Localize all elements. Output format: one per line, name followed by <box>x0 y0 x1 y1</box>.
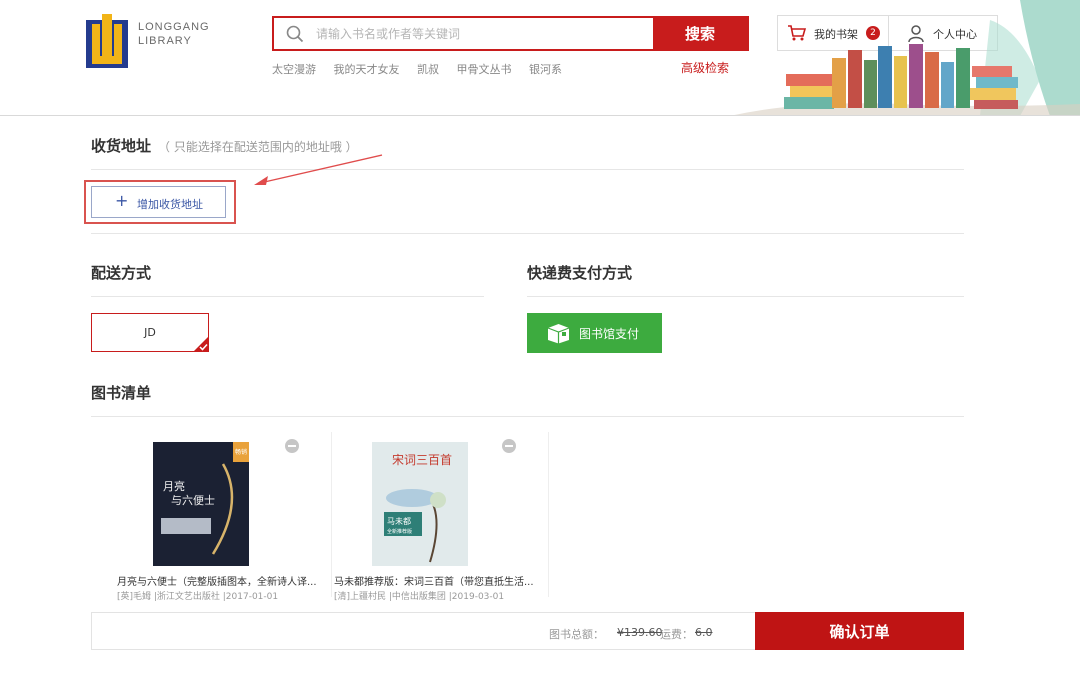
plus-icon: + <box>115 191 129 210</box>
cover-title-line1: 月亮 <box>163 479 185 493</box>
order-summary-bar: 图书总额： ¥139.60 运费： 6.0 确认订单 <box>91 612 964 650</box>
shipping-option-jd[interactable]: JD <box>91 313 209 352</box>
divider <box>527 296 964 297</box>
book-cover-image[interactable]: 宋词三百首 马未都 全新推荐版 <box>372 442 468 566</box>
shipping-fee-label: 运费： <box>660 628 693 641</box>
selected-check-icon <box>193 336 209 352</box>
shipping-section-title: 配送方式 <box>91 264 152 282</box>
remove-book-icon[interactable] <box>502 439 516 453</box>
search-input[interactable] <box>316 18 646 49</box>
library-pay-label: 图书馆支付 <box>579 327 640 341</box>
book-meta: [清]上疆村民 |中信出版集团 |2019-03-01 <box>334 592 505 602</box>
logo-line2: LIBRARY <box>138 35 192 47</box>
book-title[interactable]: 马未都推荐版：宋词三百首（带您直抵生活... <box>334 573 539 588</box>
divider <box>91 416 964 417</box>
logo-text: LONGGANG LIBRARY <box>138 20 210 48</box>
book-cover-image[interactable]: 月亮 与六便士 畅销 <box>153 442 249 566</box>
book-total-price: ¥139.60 <box>617 626 663 639</box>
remove-book-icon[interactable] <box>285 439 299 453</box>
book-total-label: 图书总额： <box>549 628 604 641</box>
library-logo-icon[interactable] <box>86 14 128 68</box>
divider <box>91 169 964 170</box>
shipping-option-label: JD <box>144 326 156 339</box>
add-address-button[interactable]: + 增加收货地址 <box>91 186 226 218</box>
hot-word-link[interactable]: 银河系 <box>529 63 562 76</box>
book-meta: [英]毛姆 |浙江文艺出版社 |2017-01-01 <box>117 592 279 602</box>
divider <box>91 233 964 234</box>
payment-section-title: 快递费支付方式 <box>527 264 633 282</box>
cover-title-line2: 与六便士 <box>171 494 215 507</box>
logo-line1: LONGGANG <box>138 21 210 33</box>
library-pay-option[interactable]: 图书馆支付 <box>527 313 662 353</box>
cover-badge-line1: 马未都 <box>387 516 411 526</box>
hot-word-link[interactable]: 甲骨文丛书 <box>457 63 512 76</box>
divider <box>91 296 484 297</box>
search-box: 搜索 <box>272 16 749 51</box>
pointer-arrow-icon <box>254 154 383 185</box>
box-icon <box>547 324 570 344</box>
book-title[interactable]: 月亮与六便士（完整版插图本，全新诗人译... <box>117 573 322 588</box>
hot-word-link[interactable]: 太空漫游 <box>272 63 316 76</box>
search-icon <box>286 25 304 43</box>
books-illustration <box>734 0 1080 115</box>
add-address-label: 增加收货地址 <box>137 198 203 211</box>
address-section-title: 收货地址 <box>91 137 152 155</box>
booklist-section-title: 图书清单 <box>91 384 152 402</box>
confirm-order-button[interactable]: 确认订单 <box>755 612 964 650</box>
book-card[interactable]: 月亮 与六便士 畅销 月亮与六便士（完整版插图本，全新诗人译... [英]毛姆 … <box>117 432 332 602</box>
header: LONGGANG LIBRARY 搜索 太空漫游 我的天才女友 凯叔 甲骨文丛书… <box>0 0 1080 116</box>
cover-badge: 畅销 <box>235 448 247 456</box>
shipping-fee-value: 6.0 <box>695 626 713 639</box>
book-card[interactable]: 宋词三百首 马未都 全新推荐版 马未都推荐版：宋词三百首（带您直抵生活... [… <box>334 432 549 602</box>
cover-title: 宋词三百首 <box>392 452 452 467</box>
hot-word-link[interactable]: 我的天才女友 <box>334 63 400 76</box>
hot-word-link[interactable]: 凯叔 <box>417 63 439 76</box>
hot-words: 太空漫游 我的天才女友 凯叔 甲骨文丛书 银河系 <box>272 61 576 77</box>
cover-badge-line2: 全新推荐版 <box>387 528 412 535</box>
